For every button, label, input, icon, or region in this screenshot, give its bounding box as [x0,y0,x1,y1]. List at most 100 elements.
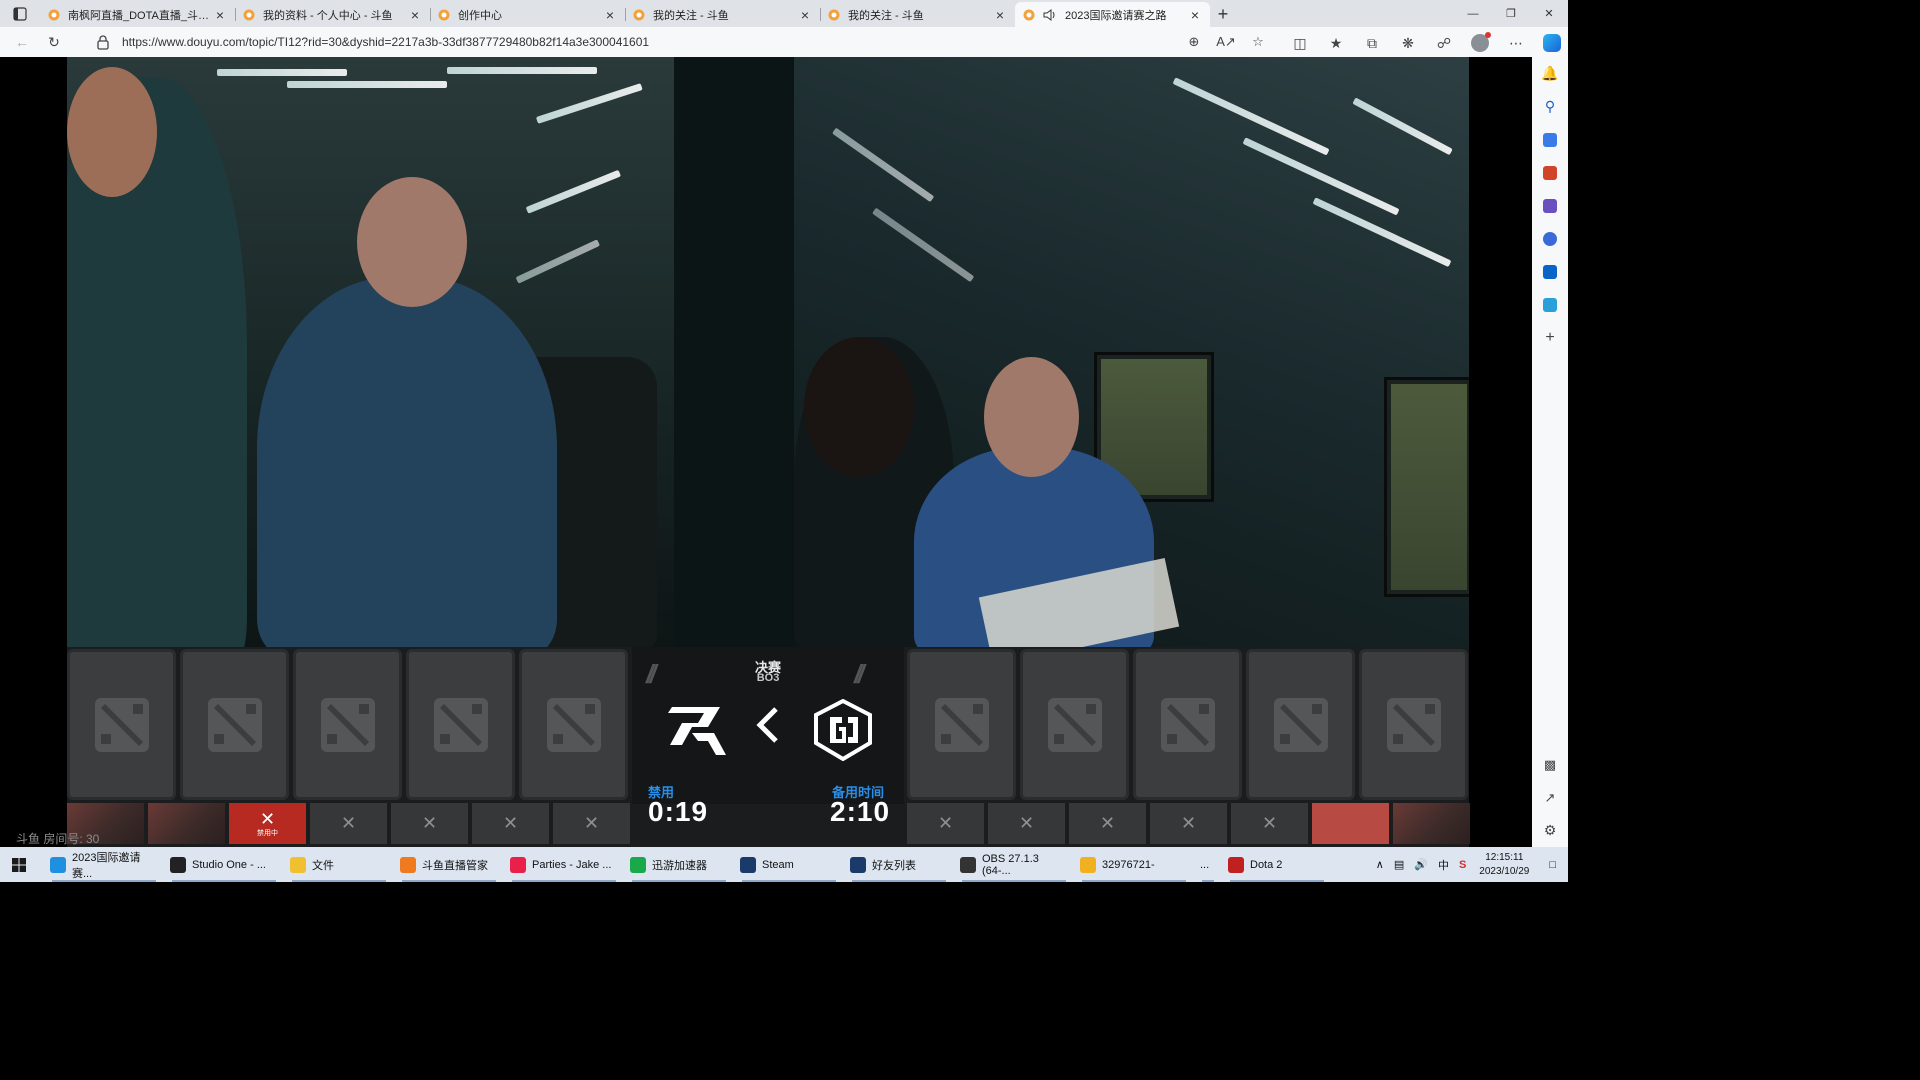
restore-button[interactable]: ❐ [1492,0,1530,27]
taskbar-app-label: Studio One - ... [192,858,266,871]
read-aloud-icon[interactable]: A↗ [1210,30,1242,54]
taskbar-app[interactable]: Studio One - ... [164,847,284,882]
profile-button[interactable] [1462,30,1498,56]
tab-actions-button[interactable] [0,0,40,27]
collections-icon[interactable]: ⧉ [1354,30,1390,56]
dota-logo-icon [1386,697,1441,752]
browser-tab[interactable]: 我的关注 - 斗鱼 × [820,2,1015,27]
banned-hero-portrait [148,803,225,844]
favorite-star-icon[interactable]: ☆ [1242,30,1274,54]
browser-tab[interactable]: 我的资料 - 个人中心 - 斗鱼 × [235,2,430,27]
ban-slot: ✕ [553,803,630,844]
taskbar-app[interactable]: 斗鱼直播管家 [394,847,504,882]
dota-logo-icon [1160,697,1215,752]
browser-essentials-icon[interactable]: ☍ [1426,30,1462,56]
taskbar-app[interactable]: OBS 27.1.3 (64-... [954,847,1074,882]
pick-slot-left [67,649,176,800]
dota-logo-icon [433,697,488,752]
screenshot-icon[interactable]: ▩ [1532,748,1568,781]
sidebar-settings-icon[interactable]: ⚙ [1532,814,1568,847]
taskbar-app[interactable]: 2023国际邀请赛... [44,847,164,882]
browser-tab[interactable]: 创作中心 × [430,2,625,27]
taskbar-app[interactable]: 文件 [284,847,394,882]
address-bar[interactable]: https://www.douyu.com/topic/TI12?rid=30&… [84,30,1274,54]
refresh-button[interactable]: ↻ [38,29,70,55]
ban-slot: ✕ [472,803,549,844]
close-tab-icon[interactable]: × [603,7,617,23]
search-icon[interactable]: ⚲ [1532,90,1568,123]
app-icon [1228,856,1244,873]
open-in-new-icon[interactable]: ↗ [1532,781,1568,814]
ban-x-icon: ✕ [1180,813,1197,833]
taskbar-app[interactable]: 32976721- [1074,847,1194,882]
windows-logo-icon [12,857,26,872]
add-sidebar-app-icon[interactable]: + [1532,321,1568,354]
copilot-icon[interactable] [1534,30,1570,56]
notification-center-icon[interactable]: □ [1537,859,1568,871]
drop-icon[interactable] [1532,288,1568,321]
clock[interactable]: 12:15:11 2023/10/29 [1471,851,1537,879]
camera-right-booth [794,57,1469,647]
taskbar-app[interactable]: 好友列表 [844,847,954,882]
close-tab-icon[interactable]: × [213,7,227,23]
ime-indicator[interactable]: 中 [1433,857,1454,873]
douyu-favicon-icon [438,9,450,21]
taskbar-app[interactable]: Parties - Jake ... [504,847,624,882]
pick-slot-right [1133,649,1242,800]
outlook-icon[interactable] [1532,255,1568,288]
browser-tab[interactable]: 南枫阿直播_DOTA直播_斗鱼直播× [40,2,235,27]
minimize-button[interactable]: — [1454,0,1492,27]
shopping-icon[interactable] [1532,123,1568,156]
taskbar-app[interactable]: 迅游加速器 [624,847,734,882]
draft-overlay: // // 决赛 BO3 禁用 0:19 备用时间 2:10 ✕ 禁用中 ✕ ✕ ✕ ✕ [67,647,1470,847]
browser-tab[interactable]: 我的关注 - 斗鱼 × [625,2,820,27]
ban-x-icon: ✕ [937,813,954,833]
new-tab-button[interactable]: + [1210,2,1236,27]
notifications-icon[interactable]: 🔔 [1532,57,1568,90]
pick-slot-right [1020,649,1129,800]
url-text[interactable]: https://www.douyu.com/topic/TI12?rid=30&… [122,35,1178,49]
split-screen-icon[interactable]: ◫ [1282,30,1318,56]
zoom-icon[interactable]: ⊕ [1178,30,1210,54]
speaker-icon[interactable] [1043,8,1057,21]
tools-icon[interactable] [1532,156,1568,189]
games-icon[interactable] [1532,189,1568,222]
tab-title: 创作中心 [458,9,502,22]
taskbar-app-label: OBS 27.1.3 (64-... [982,852,1039,877]
close-window-button[interactable]: ✕ [1530,0,1568,27]
browser-tab[interactable]: 2023国际邀请赛之路 × [1015,2,1210,27]
close-tab-icon[interactable]: × [993,7,1007,23]
app-icon [50,856,66,873]
more-menu-icon[interactable]: ⋯ [1498,30,1534,56]
app-icon [630,856,646,873]
back-button[interactable]: ← [6,29,38,55]
microsoft-365-icon[interactable] [1532,222,1568,255]
taskbar-app[interactable]: Steam [734,847,844,882]
video-frame[interactable] [67,57,1469,647]
close-tab-icon[interactable]: × [798,7,812,23]
lock-icon[interactable] [94,33,112,51]
left-timer: 0:19 [648,796,709,827]
tab-title: 南枫阿直播_DOTA直播_斗鱼直播 [68,9,213,22]
taskbar-app-label: Steam [762,858,794,871]
close-tab-icon[interactable]: × [408,7,422,23]
volume-icon[interactable]: 🔊 [1409,858,1433,871]
network-icon[interactable]: ▤ [1389,858,1409,871]
tray-chevron-icon[interactable]: ∧ [1371,858,1389,871]
antivirus-icon[interactable]: S [1454,859,1471,871]
dota-logo-icon [1273,697,1328,752]
favorites-icon[interactable]: ★ [1318,30,1354,56]
close-tab-icon[interactable]: × [1188,7,1202,23]
start-button[interactable] [0,847,38,882]
dota-logo-icon [320,697,375,752]
live-stream-player[interactable]: // // 决赛 BO3 禁用 0:19 备用时间 2:10 ✕ 禁用中 ✕ ✕ ✕ ✕ [0,57,1532,847]
banned-hero-portrait [1393,803,1470,844]
window-controls: — ❐ ✕ [1454,0,1568,27]
douyu-favicon-icon [828,9,840,21]
ban-x-icon: ✕ [1018,813,1035,833]
app-icon [400,856,416,873]
extensions-icon[interactable]: ❋ [1390,30,1426,56]
taskbar-app[interactable]: Dota 2 [1222,847,1332,882]
match-format: BO3 [756,672,780,684]
taskbar-app[interactable]: ... [1194,847,1222,882]
